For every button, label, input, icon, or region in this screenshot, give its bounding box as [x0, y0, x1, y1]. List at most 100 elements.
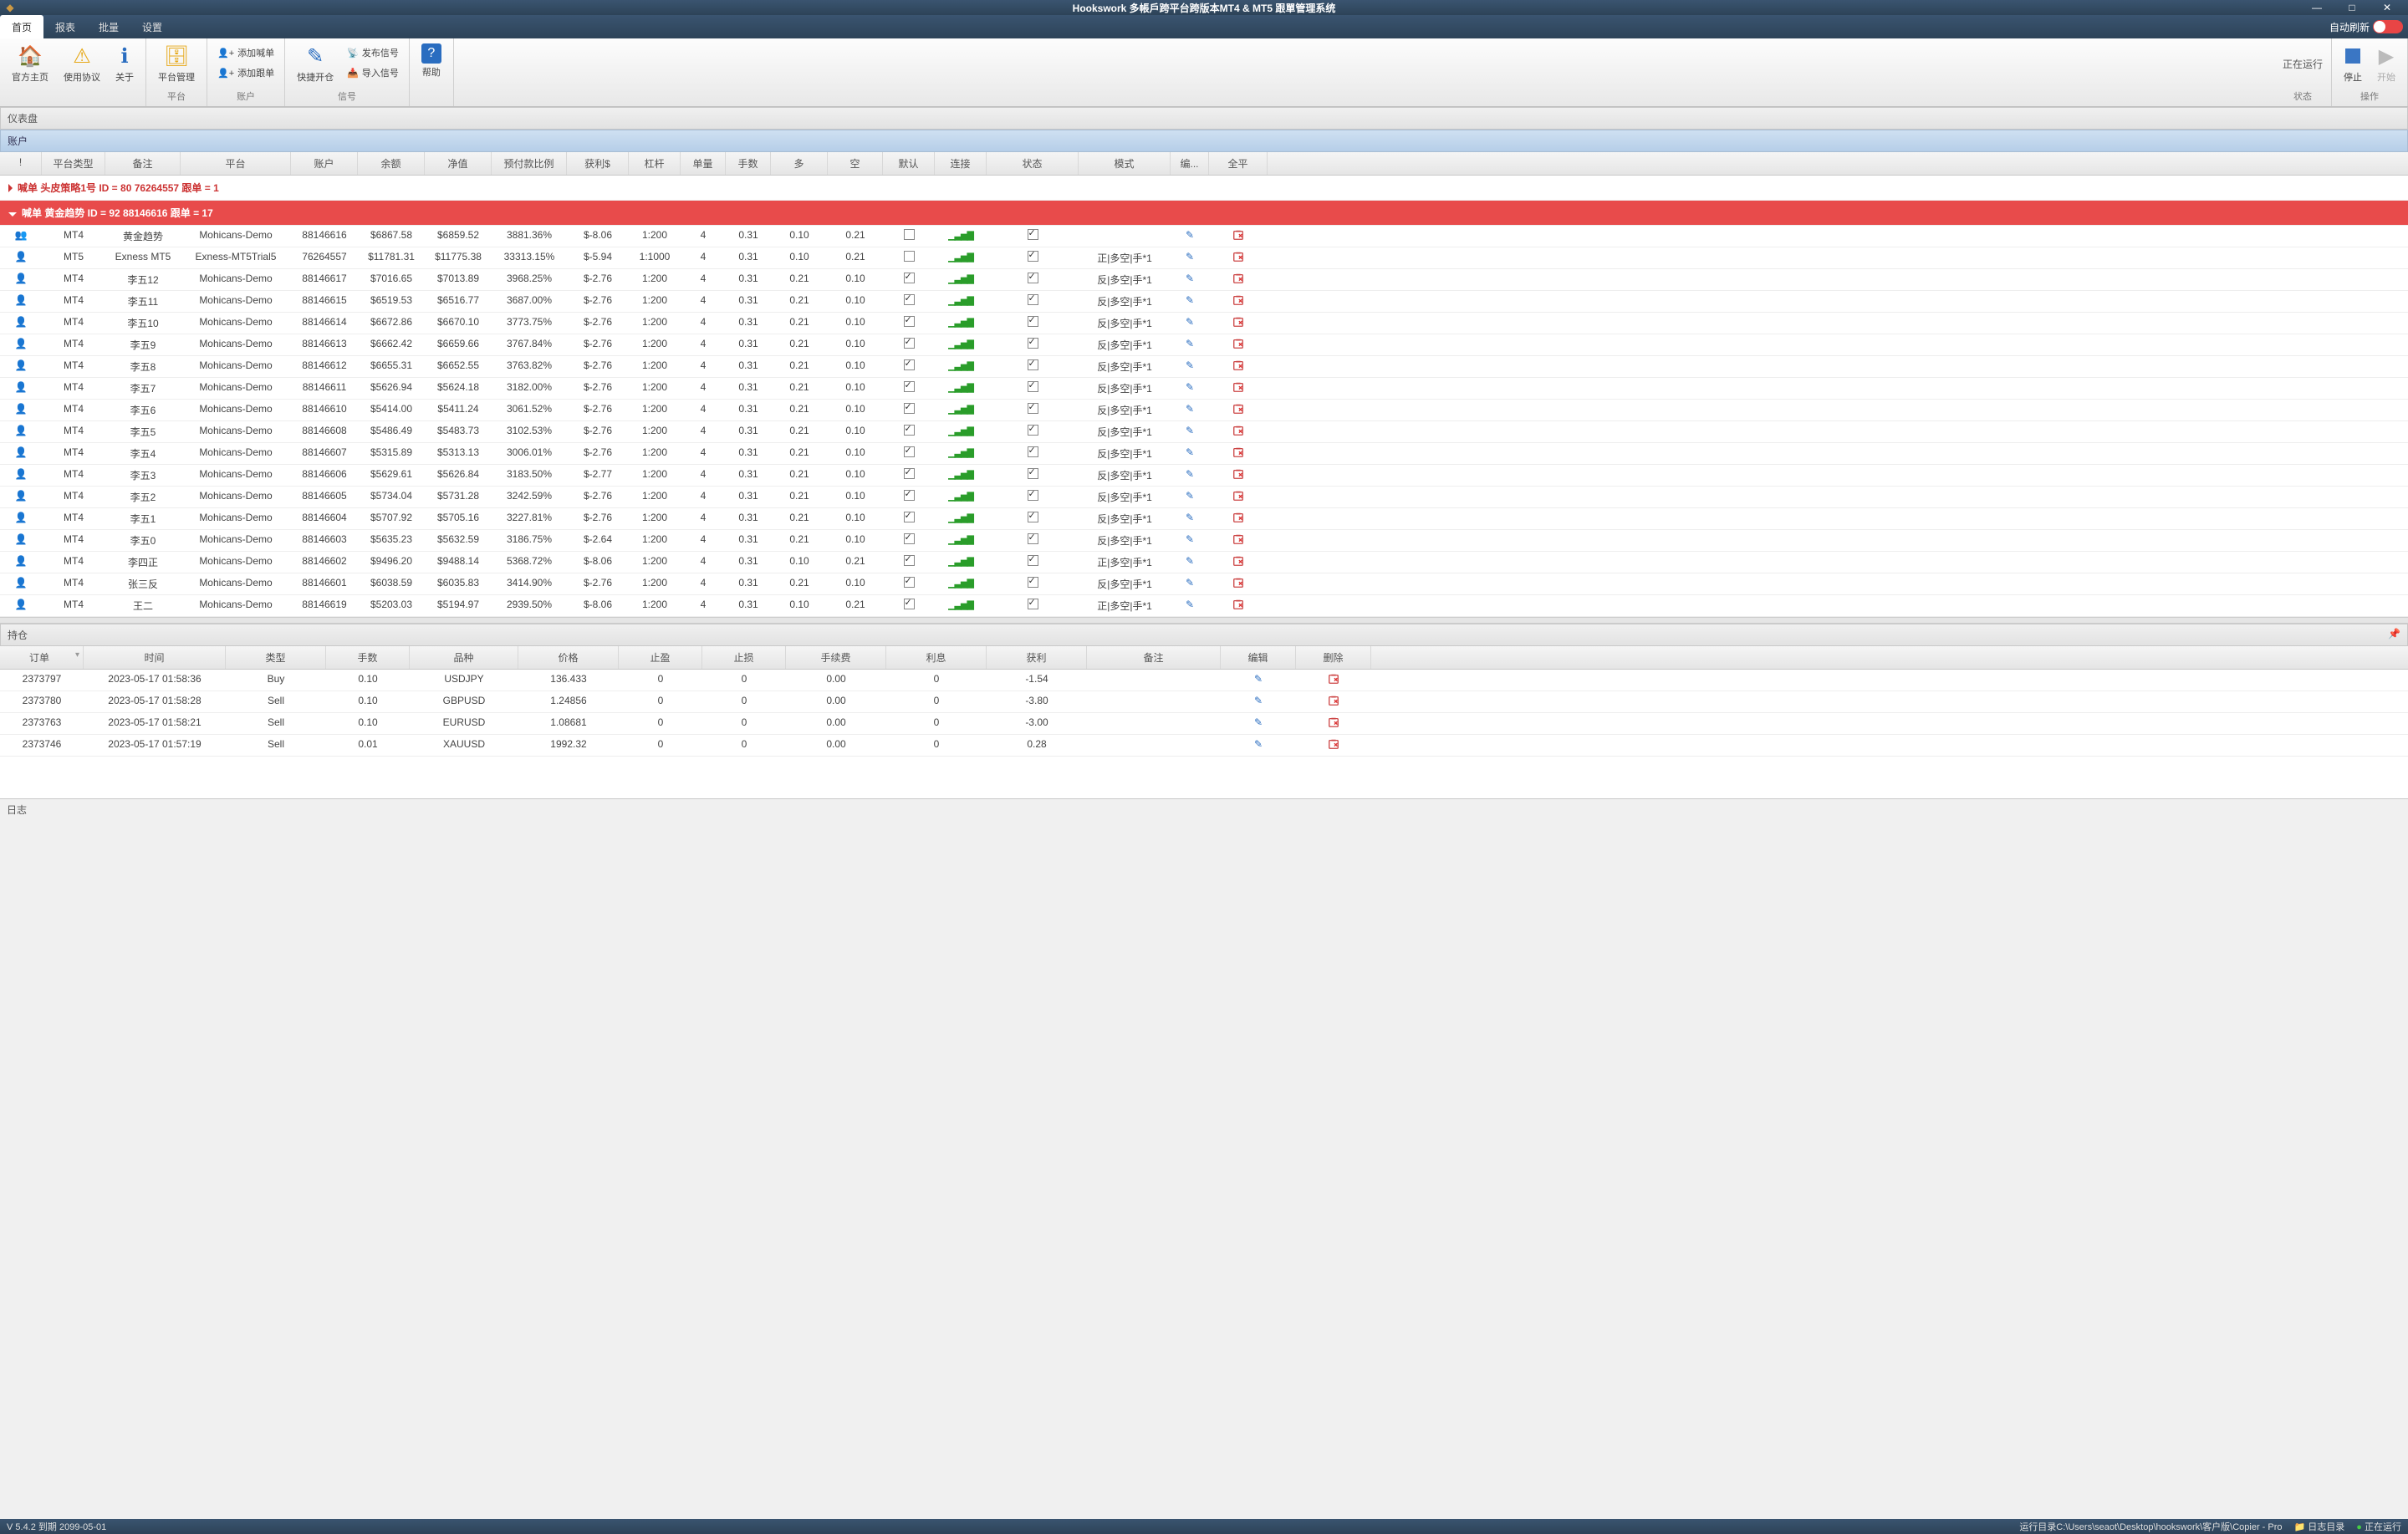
- cell-status[interactable]: [987, 269, 1079, 290]
- account-row[interactable]: 👤MT4王二Mohicans-Demo88146619$5203.03$5194…: [0, 595, 2408, 617]
- import-signal-button[interactable]: 📥导入信号: [342, 64, 404, 82]
- account-row[interactable]: 👤MT4李五4Mohicans-Demo88146607$5315.89$531…: [0, 443, 2408, 465]
- account-row[interactable]: 👤MT4李五12Mohicans-Demo88146617$7016.65$70…: [0, 269, 2408, 291]
- tab-batch[interactable]: 批量: [87, 15, 130, 38]
- tab-home[interactable]: 首页: [0, 15, 43, 38]
- cell-default[interactable]: [883, 247, 935, 268]
- accounts-col-header[interactable]: 平台: [181, 152, 291, 175]
- splitter[interactable]: [0, 617, 2408, 624]
- home-button[interactable]: 🏠官方主页: [5, 40, 55, 87]
- cell-close-all[interactable]: [1209, 400, 1268, 420]
- cell-delete[interactable]: [1296, 713, 1371, 734]
- cell-default[interactable]: [883, 487, 935, 507]
- positions-col-header[interactable]: 获利: [987, 646, 1087, 669]
- cell-status[interactable]: [987, 421, 1079, 442]
- cell-status[interactable]: [987, 313, 1079, 334]
- cell-close-all[interactable]: [1209, 573, 1268, 594]
- positions-col-header[interactable]: 类型: [226, 646, 326, 669]
- position-row[interactable]: 23737972023-05-17 01:58:36Buy0.10USDJPY1…: [0, 670, 2408, 691]
- account-row[interactable]: 👤MT5Exness MT5Exness-MT5Trial576264557$1…: [0, 247, 2408, 269]
- accounts-col-header[interactable]: 手数: [726, 152, 771, 175]
- cell-status[interactable]: [987, 247, 1079, 268]
- add-follow-button[interactable]: 👤+添加跟单: [212, 64, 279, 82]
- agreement-button[interactable]: ⚠使用协议: [57, 40, 107, 87]
- cell-close-all[interactable]: [1209, 508, 1268, 529]
- accounts-col-header[interactable]: 杠杆: [629, 152, 681, 175]
- cell-default[interactable]: [883, 552, 935, 573]
- cell-status[interactable]: [987, 400, 1079, 420]
- cell-edit[interactable]: ✎: [1171, 334, 1209, 355]
- cell-status[interactable]: [987, 573, 1079, 594]
- cell-delete[interactable]: [1296, 670, 1371, 691]
- cell-status[interactable]: [987, 487, 1079, 507]
- cell-status[interactable]: [987, 443, 1079, 464]
- cell-edit[interactable]: ✎: [1221, 670, 1296, 691]
- quick-open-button[interactable]: ✎快捷开仓: [290, 40, 340, 87]
- cell-close-all[interactable]: [1209, 356, 1268, 377]
- positions-col-header[interactable]: 品种: [410, 646, 518, 669]
- cell-close-all[interactable]: [1209, 595, 1268, 616]
- accounts-col-header[interactable]: 预付款比例: [492, 152, 567, 175]
- cell-close-all[interactable]: [1209, 552, 1268, 573]
- cell-edit[interactable]: ✎: [1171, 226, 1209, 247]
- cell-default[interactable]: [883, 313, 935, 334]
- cell-status[interactable]: [987, 378, 1079, 399]
- cell-edit[interactable]: ✎: [1171, 443, 1209, 464]
- auto-refresh-toggle[interactable]: [2373, 20, 2403, 33]
- cell-close-all[interactable]: [1209, 378, 1268, 399]
- accounts-col-header[interactable]: 平台类型: [42, 152, 105, 175]
- cell-default[interactable]: [883, 508, 935, 529]
- account-row[interactable]: 👤MT4李五10Mohicans-Demo88146614$6672.86$66…: [0, 313, 2408, 334]
- cell-default[interactable]: [883, 334, 935, 355]
- account-row[interactable]: 👤MT4李四正Mohicans-Demo88146602$9496.20$948…: [0, 552, 2408, 573]
- cell-delete[interactable]: [1296, 735, 1371, 756]
- cell-edit[interactable]: ✎: [1171, 465, 1209, 486]
- accounts-col-header[interactable]: 全平: [1209, 152, 1268, 175]
- positions-col-header[interactable]: 备注: [1087, 646, 1221, 669]
- positions-col-header[interactable]: 手数: [326, 646, 410, 669]
- accounts-col-header[interactable]: 空: [828, 152, 883, 175]
- positions-col-header[interactable]: 止盈: [619, 646, 702, 669]
- account-row[interactable]: 👥MT4黄金趋势Mohicans-Demo88146616$6867.58$68…: [0, 226, 2408, 247]
- cell-default[interactable]: [883, 378, 935, 399]
- accounts-col-header[interactable]: 获利$: [567, 152, 629, 175]
- positions-col-header[interactable]: 编辑: [1221, 646, 1296, 669]
- cell-close-all[interactable]: [1209, 313, 1268, 334]
- filter-icon[interactable]: ▾: [75, 650, 79, 660]
- account-row[interactable]: 👤MT4李五0Mohicans-Demo88146603$5635.23$563…: [0, 530, 2408, 552]
- maximize-button[interactable]: □: [2339, 2, 2365, 13]
- accounts-col-header[interactable]: 备注: [105, 152, 181, 175]
- accounts-col-header[interactable]: 编...: [1171, 152, 1209, 175]
- cell-default[interactable]: [883, 421, 935, 442]
- cell-default[interactable]: [883, 595, 935, 616]
- positions-col-header[interactable]: 时间: [84, 646, 226, 669]
- cell-close-all[interactable]: [1209, 487, 1268, 507]
- help-button[interactable]: ?帮助: [415, 40, 448, 82]
- cell-default[interactable]: [883, 356, 935, 377]
- account-row[interactable]: 👤MT4李五3Mohicans-Demo88146606$5629.61$562…: [0, 465, 2408, 487]
- cell-close-all[interactable]: [1209, 226, 1268, 247]
- account-row[interactable]: 👤MT4李五6Mohicans-Demo88146610$5414.00$541…: [0, 400, 2408, 421]
- cell-edit[interactable]: ✎: [1171, 291, 1209, 312]
- cell-status[interactable]: [987, 508, 1079, 529]
- accounts-col-header[interactable]: 连接: [935, 152, 987, 175]
- positions-col-header[interactable]: 止损: [702, 646, 786, 669]
- cell-edit[interactable]: ✎: [1171, 378, 1209, 399]
- group-row[interactable]: 喊单 头皮策略1号 ID = 80 76264557 跟单 = 1: [0, 176, 2408, 201]
- account-row[interactable]: 👤MT4李五7Mohicans-Demo88146611$5626.94$562…: [0, 378, 2408, 400]
- cell-edit[interactable]: ✎: [1171, 421, 1209, 442]
- cell-edit[interactable]: ✎: [1171, 573, 1209, 594]
- accounts-col-header[interactable]: !: [0, 152, 42, 175]
- cell-edit[interactable]: ✎: [1171, 247, 1209, 268]
- group-row-active[interactable]: 喊单 黄金趋势 ID = 92 88146616 跟单 = 17: [0, 201, 2408, 226]
- publish-signal-button[interactable]: 📡发布信号: [342, 43, 404, 62]
- position-row[interactable]: 23737462023-05-17 01:57:19Sell0.01XAUUSD…: [0, 735, 2408, 757]
- cell-close-all[interactable]: [1209, 269, 1268, 290]
- positions-col-header[interactable]: 删除: [1296, 646, 1371, 669]
- position-row[interactable]: 23737632023-05-17 01:58:21Sell0.10EURUSD…: [0, 713, 2408, 735]
- cell-close-all[interactable]: [1209, 530, 1268, 551]
- logdir-button[interactable]: 📁 日志目录: [2294, 1520, 2345, 1533]
- pin-icon[interactable]: 📌: [2388, 628, 2400, 642]
- cell-close-all[interactable]: [1209, 465, 1268, 486]
- cell-default[interactable]: [883, 573, 935, 594]
